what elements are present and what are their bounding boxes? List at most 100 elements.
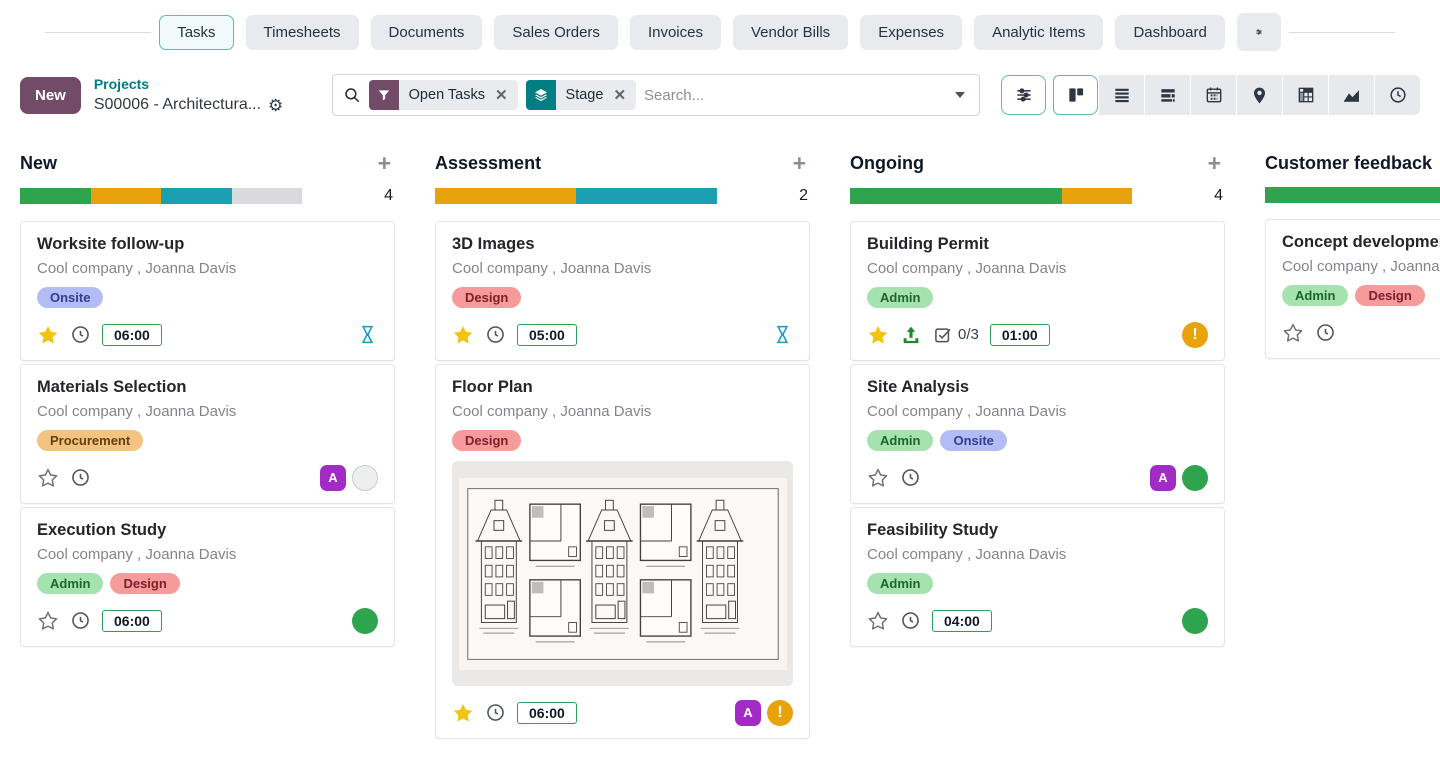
checklist-progress[interactable]: 0/3 (933, 325, 979, 345)
new-button[interactable]: New (20, 77, 81, 114)
progress-segment-green[interactable] (1265, 187, 1440, 203)
kanban-card[interactable]: Building PermitCool company , Joanna Dav… (850, 221, 1225, 361)
clock-icon[interactable] (900, 610, 921, 631)
alert-icon[interactable]: ! (767, 700, 793, 726)
progress-segment-gray[interactable] (232, 188, 303, 204)
card-footer (1282, 319, 1440, 346)
view-map-button[interactable] (1237, 75, 1282, 115)
clock-icon[interactable] (1315, 322, 1336, 343)
progress-segment-orange[interactable] (91, 188, 162, 204)
allocated-hours[interactable]: 05:00 (517, 324, 577, 346)
view-list-button[interactable] (1099, 75, 1144, 115)
allocated-hours[interactable]: 01:00 (990, 324, 1050, 346)
avatar[interactable]: A (1150, 465, 1176, 491)
tab-documents[interactable]: Documents (371, 15, 483, 50)
priority-star-button[interactable] (37, 467, 59, 489)
clock-icon[interactable] (70, 610, 91, 631)
column-progress-bar[interactable] (20, 188, 302, 204)
status-dot-gray[interactable] (352, 465, 378, 491)
progress-segment-teal[interactable] (161, 188, 232, 204)
progress-segment-orange[interactable] (435, 188, 576, 204)
card-title: Building Permit (867, 235, 1208, 254)
card-footer-right (352, 608, 378, 634)
allocated-hours[interactable]: 04:00 (932, 610, 992, 632)
kanban-card[interactable]: Concept developmentCool company , Joanna… (1265, 219, 1440, 359)
alert-icon[interactable]: ! (1182, 322, 1208, 348)
progress-segment-green[interactable] (850, 188, 1062, 204)
clock-icon[interactable] (485, 702, 506, 723)
search-bar[interactable]: Open Tasks✕ Stage✕ (332, 74, 980, 116)
search-dropdown-toggle[interactable] (941, 75, 979, 115)
kanban-card[interactable]: Worksite follow-upCool company , Joanna … (20, 221, 395, 361)
add-task-button[interactable]: + (789, 152, 810, 175)
card-contact: Cool company , Joanna Davis (867, 546, 1208, 563)
view-pivot-button[interactable] (1283, 75, 1328, 115)
tab-vendor-bills[interactable]: Vendor Bills (733, 15, 848, 50)
kanban-board: New+4Worksite follow-upCool company , Jo… (0, 132, 1440, 762)
priority-star-button[interactable] (452, 702, 474, 724)
progress-segment-green[interactable] (20, 188, 91, 204)
status-dot-green[interactable] (352, 608, 378, 634)
view-kanban-button[interactable] (1053, 75, 1098, 115)
avatar[interactable]: A (320, 465, 346, 491)
breadcrumb-project-link[interactable]: Projects (94, 76, 149, 94)
status-dot-green[interactable] (1182, 608, 1208, 634)
view-calendar-button[interactable] (1191, 75, 1236, 115)
priority-star-button[interactable] (867, 610, 889, 632)
progress-segment-orange[interactable] (1062, 188, 1133, 204)
column-header: Customer feedback+ (1265, 136, 1440, 187)
clock-icon[interactable] (70, 324, 91, 345)
kanban-card[interactable]: 3D ImagesCool company , Joanna DavisDesi… (435, 221, 810, 361)
priority-star-button[interactable] (1282, 322, 1304, 344)
tab-invoices[interactable]: Invoices (630, 15, 721, 50)
tag-design: Design (452, 287, 521, 308)
kanban-column: Customer feedback+ Concept developmentCoo… (1265, 136, 1440, 362)
view-filters-panel-button[interactable] (1001, 75, 1046, 115)
kanban-card[interactable]: Site AnalysisCool company , Joanna Davis… (850, 364, 1225, 504)
card-footer-right: A (1150, 465, 1208, 491)
tab-tasks[interactable]: Tasks (159, 15, 233, 50)
gear-icon[interactable]: ⚙ (268, 97, 283, 114)
progress-segment-teal[interactable] (576, 188, 717, 204)
priority-star-button[interactable] (867, 324, 889, 346)
card-footer-right (357, 323, 378, 346)
clock-icon[interactable] (485, 324, 506, 345)
column-progress-bar[interactable] (435, 188, 717, 204)
kanban-card[interactable]: Feasibility StudyCool company , Joanna D… (850, 507, 1225, 647)
status-dot-green[interactable] (1182, 465, 1208, 491)
remove-facet-button[interactable]: ✕ (489, 80, 518, 110)
tab-timesheets[interactable]: Timesheets (246, 15, 359, 50)
allocated-hours[interactable]: 06:00 (102, 324, 162, 346)
tab-expenses[interactable]: Expenses (860, 15, 962, 50)
add-task-button[interactable]: + (374, 152, 395, 175)
column-title: New (20, 153, 57, 174)
tab-sales-orders[interactable]: Sales Orders (494, 15, 618, 50)
remove-facet-button[interactable]: ✕ (607, 80, 636, 110)
clock-icon[interactable] (70, 467, 91, 488)
priority-star-button[interactable] (867, 467, 889, 489)
kanban-card[interactable]: Materials SelectionCool company , Joanna… (20, 364, 395, 504)
sliders-icon[interactable] (1237, 13, 1281, 51)
search-facet[interactable]: Open Tasks✕ (369, 80, 518, 110)
clock-icon[interactable] (900, 467, 921, 488)
view-graph-button[interactable] (1329, 75, 1374, 115)
kanban-card[interactable]: Execution StudyCool company , Joanna Dav… (20, 507, 395, 647)
card-tags: Design (452, 430, 793, 451)
view-activity-button[interactable] (1375, 75, 1420, 115)
column-progress-bar[interactable] (850, 188, 1132, 204)
add-task-button[interactable]: + (1204, 152, 1225, 175)
priority-star-button[interactable] (452, 324, 474, 346)
allocated-hours[interactable]: 06:00 (102, 610, 162, 632)
allocated-hours[interactable]: 06:00 (517, 702, 577, 724)
upload-icon[interactable] (900, 324, 922, 346)
column-progress-bar[interactable] (1265, 187, 1440, 203)
tab-analytic-items[interactable]: Analytic Items (974, 15, 1103, 50)
search-facet[interactable]: Stage✕ (526, 80, 636, 110)
avatar[interactable]: A (735, 700, 761, 726)
search-input[interactable] (644, 87, 941, 104)
priority-star-button[interactable] (37, 324, 59, 346)
tab-dashboard[interactable]: Dashboard (1115, 15, 1224, 50)
priority-star-button[interactable] (37, 610, 59, 632)
view-activity-rows-button[interactable] (1145, 75, 1190, 115)
kanban-card[interactable]: Floor PlanCool company , Joanna DavisDes… (435, 364, 810, 739)
